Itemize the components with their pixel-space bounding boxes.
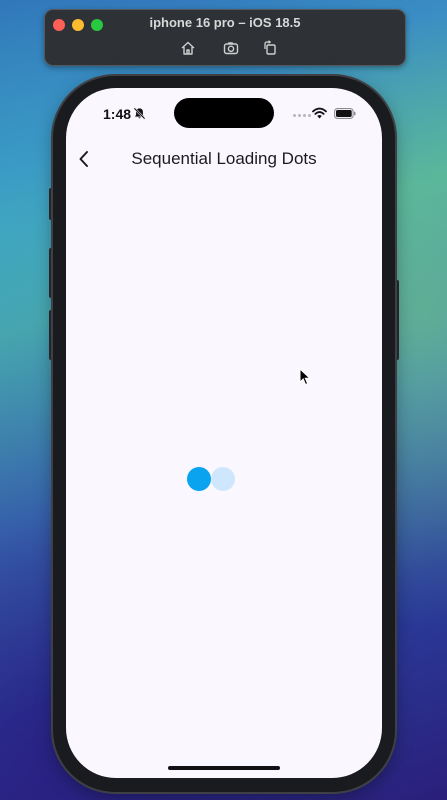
- bell-slash-icon: [133, 107, 146, 120]
- simulator-title: iphone 16 pro – iOS 18.5: [149, 15, 301, 30]
- simulator-toolbar: iphone 16 pro – iOS 18.5: [44, 9, 406, 66]
- status-more-dots: [293, 114, 311, 117]
- battery-icon: [334, 108, 356, 119]
- loading-dot-active: [187, 467, 211, 491]
- screenshot-button[interactable]: [222, 39, 240, 57]
- loading-dot-inactive: [211, 467, 235, 491]
- home-indicator[interactable]: [168, 766, 280, 770]
- power-button: [395, 280, 399, 360]
- status-time: 1:48: [103, 106, 132, 122]
- mouse-cursor-icon: [299, 368, 311, 386]
- wifi-icon: [312, 107, 327, 119]
- home-button[interactable]: [179, 39, 197, 57]
- rotate-button[interactable]: [261, 39, 279, 57]
- home-icon: [181, 41, 195, 55]
- phone-screen: 1:48 Sequential Loading Dots: [66, 88, 382, 778]
- screenshot-icon: [223, 42, 239, 55]
- dynamic-island: [174, 98, 274, 128]
- rotate-icon: [264, 40, 276, 55]
- page-title: Sequential Loading Dots: [131, 149, 317, 168]
